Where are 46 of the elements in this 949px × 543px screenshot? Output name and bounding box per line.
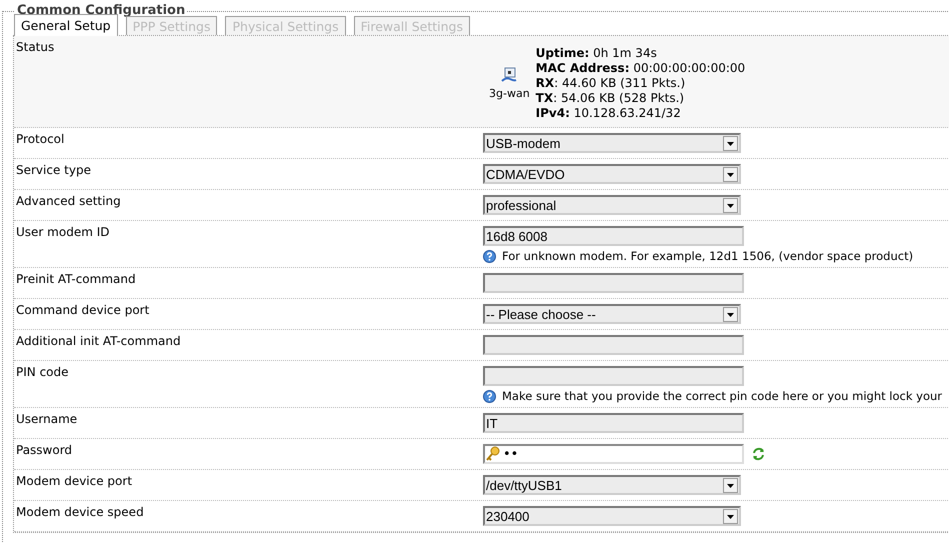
status-line: RX: 44.60 KB (311 Pkts.)	[536, 76, 686, 90]
hint-text: For unknown modem. For example, 12d1 1506, (vendor space product)	[502, 249, 914, 263]
refresh-icon[interactable]	[752, 447, 765, 461]
status-line: Uptime: 0h 1m 34s	[536, 46, 658, 60]
status-line: IPv4: 10.128.63.241/32	[536, 106, 682, 120]
caret-icon	[723, 166, 738, 182]
select-dropdown[interactable]: -- Please choose --	[483, 304, 741, 324]
network-interface-icon	[500, 66, 518, 84]
field-label: Preinit AT-command	[16, 272, 136, 286]
tab[interactable]: General Setup	[14, 14, 118, 36]
key-icon	[485, 446, 501, 462]
status-line: MAC Address: 00:00:00:00:00:00	[536, 60, 746, 76]
caret-icon	[723, 508, 738, 524]
field-label: Advanced setting	[16, 194, 121, 208]
caret-icon	[723, 136, 738, 150]
select-dropdown[interactable]: CDMA/EVDO	[483, 164, 741, 184]
field-label: Command device port	[16, 303, 150, 317]
text-field[interactable]	[483, 366, 744, 386]
text-field[interactable]: IT	[483, 413, 744, 433]
help-icon	[483, 390, 496, 402]
field-label: Status	[16, 40, 54, 54]
interface-name: 3g-wan	[489, 87, 530, 100]
text-field[interactable]: 16d8 6008	[483, 226, 744, 246]
text-field[interactable]	[483, 273, 744, 293]
section-title: Common Configuration	[16, 6, 186, 16]
field-label: Service type	[16, 163, 91, 177]
select-dropdown[interactable]: /dev/ttyUSB1	[483, 475, 741, 495]
hint-text: Make sure that you provide the correct pin code here or you might lock your	[502, 389, 942, 403]
caret-icon	[723, 478, 738, 492]
select-dropdown[interactable]: 230400	[483, 506, 741, 526]
caret-icon	[723, 198, 738, 212]
caret-icon	[723, 306, 738, 322]
password-field[interactable]: ••	[483, 444, 744, 464]
field-label: Password	[16, 443, 72, 457]
field-label: Modem device port	[16, 474, 132, 488]
help-icon	[483, 250, 496, 262]
status-line: TX: 54.06 KB (528 Pkts.)	[536, 90, 686, 106]
field-label: Additional init AT-command	[16, 334, 181, 348]
select-dropdown[interactable]: USB-modem	[483, 133, 741, 153]
select-dropdown[interactable]: professional	[483, 195, 741, 215]
field-label: Modem device speed	[16, 505, 144, 519]
text-field[interactable]	[483, 335, 744, 355]
field-label: PIN code	[16, 365, 69, 379]
field-label: User modem ID	[16, 225, 110, 239]
field-label: Username	[16, 412, 78, 426]
field-label: Protocol	[16, 132, 64, 146]
